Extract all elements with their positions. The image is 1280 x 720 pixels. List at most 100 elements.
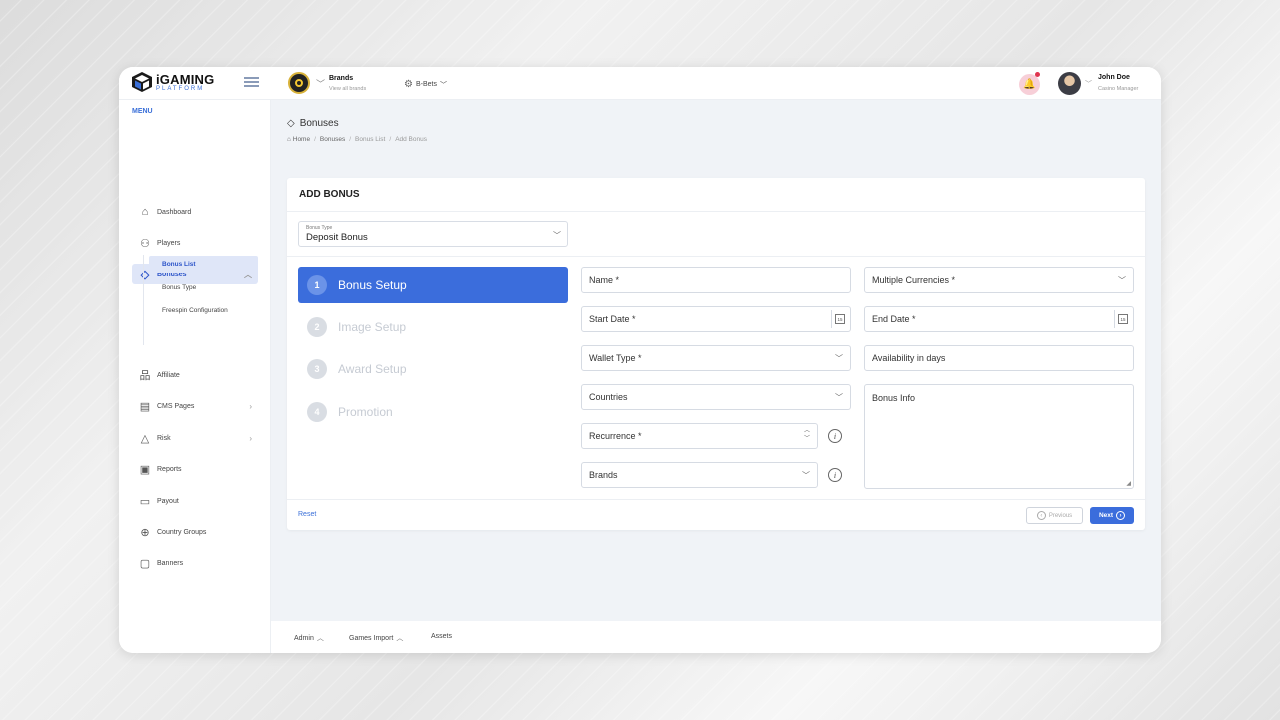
footer-games-import[interactable]: Games Import ︿ <box>349 633 403 643</box>
card-heading: ADD BONUS <box>287 178 1145 212</box>
submenu-line <box>143 255 144 345</box>
sidebar-item-banners[interactable]: ▢ Banners <box>132 553 258 573</box>
players-icon: ⚇ <box>140 237 150 250</box>
step-label: Award Setup <box>338 362 407 376</box>
step-label: Image Setup <box>338 320 407 334</box>
footer-admin[interactable]: Admin ︿ <box>294 633 324 643</box>
brands-subtitle[interactable]: View all brands <box>329 86 366 92</box>
sidebar-item-dashboard[interactable]: ⌂ Dashboard <box>132 202 258 222</box>
recurrence-placeholder: Recurrence * <box>589 431 642 441</box>
user-avatar[interactable] <box>1058 72 1081 95</box>
chevron-down-icon: ﹀ <box>1118 276 1126 285</box>
warning-icon: △ <box>140 432 150 445</box>
cube-logo-icon <box>132 72 152 92</box>
bonus-info-textarea[interactable]: Bonus Info ◢ <box>864 384 1134 489</box>
breadcrumb-bonus-list[interactable]: Bonus List <box>355 136 385 143</box>
chevron-down-icon[interactable]: ﹀ <box>316 77 325 90</box>
sidebar-subitem-freespin-configuration[interactable]: Freespin Configuration <box>149 302 258 319</box>
footer-admin-label: Admin <box>294 634 314 642</box>
sidebar-item-reports[interactable]: ▣ Reports <box>132 459 258 479</box>
breadcrumb-bonuses[interactable]: Bonuses <box>320 136 345 143</box>
sidebar-subitem-bonus-type[interactable]: Bonus Type <box>149 279 258 296</box>
recurrence-stepper[interactable]: Recurrence * ︿ ﹀ <box>581 423 818 449</box>
add-bonus-card: ADD BONUS Bonus Type Deposit Bonus ﹀ 1 B… <box>287 178 1145 530</box>
footer-assets[interactable]: Assets <box>431 633 452 640</box>
sidebar-item-label: Affiliate <box>157 371 180 379</box>
name-field[interactable]: Name * <box>581 267 851 293</box>
start-date-field[interactable]: Start Date * 15 <box>581 306 851 332</box>
logo[interactable]: iGAMING PLATFORM <box>131 71 214 93</box>
page-title: ◇ Bonuses <box>287 118 339 129</box>
sidebar-item-label: Payout <box>157 497 179 505</box>
sidebar-item-payout[interactable]: ▭ Payout <box>132 491 258 511</box>
availability-placeholder: Availability in days <box>872 353 946 363</box>
step-label: Promotion <box>338 405 393 419</box>
sidebar-item-label: Dashboard <box>157 208 192 216</box>
site-name: B-Bets <box>415 81 437 88</box>
home-icon: ⌂ <box>287 136 291 143</box>
countries-select[interactable]: Countries ﹀ <box>581 384 851 410</box>
sidebar-item-risk[interactable]: △ Risk › <box>132 428 258 448</box>
bonus-type-value: Deposit Bonus <box>306 232 368 243</box>
chevron-down-icon[interactable]: ﹀ <box>1085 79 1092 89</box>
calendar-day: 15 <box>1118 314 1128 324</box>
info-icon[interactable]: i <box>828 429 842 443</box>
top-bar: iGAMING PLATFORM ﹀ Brands View all brand… <box>119 67 1161 100</box>
reset-button[interactable]: Reset <box>298 511 316 518</box>
brand-avatar[interactable] <box>288 72 310 94</box>
previous-button[interactable]: ‹ Previous <box>1026 507 1083 524</box>
menu-toggle-icon[interactable] <box>244 77 259 87</box>
currencies-select[interactable]: Multiple Currencies * ﹀ <box>864 267 1134 293</box>
sidebar-item-cms-pages[interactable]: ▤ CMS Pages › <box>132 396 258 416</box>
availability-field[interactable]: Availability in days <box>864 345 1134 371</box>
brands-placeholder: Brands <box>589 470 618 480</box>
next-button[interactable]: Next › <box>1090 507 1134 524</box>
breadcrumb-current: Add Bonus <box>395 136 427 143</box>
user-name[interactable]: John Doe <box>1098 74 1130 81</box>
step-number: 3 <box>307 359 327 379</box>
step-promotion[interactable]: 4 Promotion <box>298 394 568 430</box>
site-selector[interactable]: ⚙ B-Bets ﹀ <box>404 79 447 90</box>
chevron-down-icon: ﹀ <box>835 393 843 402</box>
divider <box>287 256 1145 257</box>
step-image-setup[interactable]: 2 Image Setup <box>298 309 568 345</box>
reports-icon: ▣ <box>139 463 151 476</box>
step-number: 4 <box>307 402 327 422</box>
bell-icon[interactable]: 🔔 <box>1019 74 1040 95</box>
chevron-down-icon: ﹀ <box>553 231 561 240</box>
step-award-setup[interactable]: 3 Award Setup <box>298 351 568 387</box>
chevron-right-icon: › <box>249 433 252 443</box>
wallet-type-select[interactable]: Wallet Type * ﹀ <box>581 345 851 371</box>
bonus-type-select[interactable]: Bonus Type Deposit Bonus ﹀ <box>298 221 568 247</box>
sidebar-item-players[interactable]: ⚇ Players <box>132 233 258 253</box>
app-window: iGAMING PLATFORM ﹀ Brands View all brand… <box>119 67 1161 653</box>
countries-placeholder: Countries <box>589 392 628 402</box>
resize-grip-icon[interactable]: ◢ <box>1126 480 1131 487</box>
step-label: Bonus Setup <box>338 278 407 292</box>
end-date-field[interactable]: End Date * 15 <box>864 306 1134 332</box>
chevron-up-icon: ︿ <box>396 635 404 642</box>
calendar-icon[interactable]: 15 <box>831 310 848 328</box>
breadcrumb: ⌂ Home / Bonuses / Bonus List / Add Bonus <box>287 136 427 143</box>
sidebar-item-label: Risk <box>157 434 171 442</box>
payout-icon: ▭ <box>139 495 151 508</box>
info-icon[interactable]: i <box>828 468 842 482</box>
footer-bar: Admin ︿ Games Import ︿ Assets <box>271 621 1161 653</box>
step-bonus-setup[interactable]: 1 Bonus Setup <box>298 267 568 303</box>
user-role: Casino Manager <box>1098 86 1139 92</box>
sidebar-subitem-bonus-list[interactable]: Bonus List <box>149 256 258 273</box>
chevron-down-icon: ﹀ <box>802 471 810 480</box>
sidebar-item-country-groups[interactable]: ⊕ Country Groups <box>132 522 258 542</box>
sidebar-item-affiliate[interactable]: 品 Affiliate <box>132 365 258 385</box>
spinner-icon[interactable]: ︿ ﹀ <box>804 427 810 443</box>
menu-heading: MENU <box>132 108 153 115</box>
calendar-icon[interactable]: 15 <box>1114 310 1131 328</box>
diamond-icon: ◇ <box>287 118 295 129</box>
currencies-placeholder: Multiple Currencies * <box>872 275 956 285</box>
page-title-text: Bonuses <box>299 118 339 129</box>
calendar-day: 15 <box>835 314 845 324</box>
breadcrumb-home[interactable]: Home <box>293 136 310 143</box>
brands-title[interactable]: Brands <box>329 75 353 82</box>
footer-games-import-label: Games Import <box>349 634 394 642</box>
brands-select[interactable]: Brands ﹀ <box>581 462 818 488</box>
